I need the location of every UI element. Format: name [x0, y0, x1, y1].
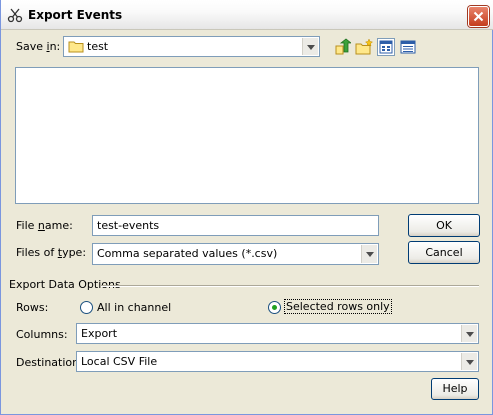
radio-selected-dot — [272, 305, 277, 310]
close-icon — [473, 11, 484, 22]
dialog-title: Export Events — [28, 8, 123, 22]
file-list[interactable] — [15, 67, 479, 204]
folder-icon — [68, 40, 84, 56]
save-in-combo[interactable]: test — [63, 36, 320, 57]
file-name-value: test-events — [97, 219, 160, 232]
help-button[interactable]: Help — [431, 378, 479, 400]
columns-value: Export — [81, 327, 118, 340]
destination-value: Local CSV File — [81, 355, 158, 368]
file-name-label: File name: — [16, 219, 73, 232]
ok-button[interactable]: OK — [408, 214, 480, 237]
rows-label: Rows: — [16, 301, 49, 314]
files-of-type-combo[interactable]: Comma separated values (*.csv) — [92, 243, 379, 265]
list-view-icon[interactable] — [377, 38, 395, 56]
destination-label: Destination: — [16, 356, 83, 369]
rows-selected-radio[interactable] — [268, 301, 281, 314]
rows-all-label[interactable]: All in channel — [97, 301, 171, 314]
scissors-icon — [7, 7, 23, 23]
destination-dropdown-button[interactable] — [461, 353, 477, 370]
destination-combo[interactable]: Local CSV File — [76, 351, 479, 372]
cancel-button[interactable]: Cancel — [408, 241, 480, 264]
columns-combo[interactable]: Export — [76, 323, 479, 344]
save-in-label: Save in: — [16, 40, 61, 53]
save-in-value: test — [87, 40, 109, 53]
section-divider — [101, 285, 479, 287]
file-name-input[interactable]: test-events — [92, 215, 379, 236]
save-in-dropdown-button[interactable] — [302, 38, 318, 55]
files-of-type-value: Comma separated values (*.csv) — [97, 247, 278, 260]
close-button[interactable] — [468, 6, 489, 27]
rows-selected-label[interactable]: Selected rows only — [284, 299, 392, 314]
columns-dropdown-button[interactable] — [461, 325, 477, 342]
files-of-type-dropdown-button[interactable] — [361, 245, 377, 263]
up-one-level-icon[interactable] — [333, 38, 353, 56]
columns-label: Columns: — [16, 328, 68, 341]
title-bar[interactable]: Export Events — [1, 0, 493, 30]
export-events-dialog: Export Events Save in: test File name: t… — [0, 0, 493, 415]
files-of-type-label: Files of type: — [16, 246, 87, 259]
new-folder-icon[interactable] — [355, 38, 374, 56]
rows-all-radio[interactable] — [80, 301, 93, 314]
details-view-icon[interactable] — [399, 38, 417, 56]
